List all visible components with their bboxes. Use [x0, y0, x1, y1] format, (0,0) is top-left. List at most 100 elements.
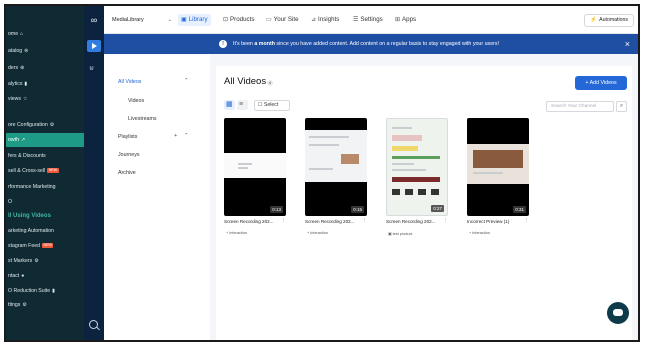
app-select-dropdown[interactable]: MediaLibrary ⌄ [112, 14, 172, 26]
subnav-journeys[interactable]: Journeys [118, 152, 140, 158]
main-content: All Videos 4 + Add Videos ☐ Select Searc… [210, 54, 638, 340]
automations-label: Automations [599, 17, 628, 23]
close-icon[interactable]: × [625, 34, 630, 54]
chevron-down-icon: ⌄ [167, 17, 172, 23]
search-icon[interactable]: ⌕ [616, 101, 627, 112]
sidebar-item-label: alytics [8, 81, 23, 87]
video-app-icon[interactable] [87, 40, 101, 52]
video-card[interactable]: 0:27 Screen Recording 202... ⋮ ▣test pro… [386, 118, 448, 238]
sidebar-item-rto-reduction-suite[interactable]: O Reduction Suite ▮ [6, 284, 84, 298]
sidebar-item-post-markers[interactable]: st Markers ⚙ [6, 254, 84, 268]
banner-message: It's been a month since you have added c… [233, 34, 499, 54]
video-thumbnail[interactable]: 0:15 [305, 118, 367, 216]
video-thumbnail[interactable]: 0:31 [467, 118, 529, 216]
new-badge: NEW [42, 243, 54, 249]
sidebar-item-orders[interactable]: ders ⊛ [6, 61, 84, 75]
sidebar-item-contact[interactable]: ntact ● [6, 269, 84, 283]
sidebar-item-settings[interactable]: ttings ⚙ [6, 298, 84, 312]
sidebar-item-label: O Reduction Suite [8, 288, 51, 294]
sidebar-item-analytics[interactable]: alytics ▮ [6, 77, 84, 91]
top-header: MediaLibrary ⌄ ▣ Library ⊡ Products ▭ Your … [104, 6, 638, 34]
video-thumbnail[interactable]: 0:13 [224, 118, 286, 216]
sidebar-item-performance-marketing[interactable]: rformance Marketing [6, 180, 84, 194]
sidebar-item-label: atalog [8, 48, 23, 54]
chevron-up-icon[interactable]: ⌃ [184, 78, 189, 84]
sidebar-item-marketing-automation[interactable]: arketing Automation [6, 224, 84, 238]
grid-view-icon[interactable] [224, 100, 235, 110]
tab-settings[interactable]: ☰ Settings [353, 14, 383, 26]
add-videos-button[interactable]: + Add Videos [575, 76, 627, 90]
sidebar-item-seo[interactable]: O [6, 195, 84, 209]
sidebar-item-instagram-feed[interactable]: stagram Feed NEW [6, 239, 84, 253]
tab-label: Library [188, 16, 208, 23]
store-sidebar: ome ⌂ atalog ⊜ ders ⊛ alytics ▮ views ☆ ore C… [6, 6, 84, 340]
sidebar-item-label: rformance Marketing [8, 184, 56, 190]
search-input[interactable]: Search Your Channel [546, 101, 614, 112]
more-options-icon[interactable]: ⋮ [281, 218, 287, 224]
thumbnail-screen [305, 130, 367, 182]
tag-label: Interaction [229, 231, 247, 235]
subnav-videos[interactable]: Videos [128, 98, 144, 104]
tab-apps[interactable]: ⊞ Apps [395, 14, 416, 26]
thumbnail-screen [467, 144, 529, 184]
settings-icon: ⚙ [49, 122, 55, 128]
tag-prefix-icon: + [307, 231, 310, 235]
subnav-livestreams[interactable]: Livestreams [128, 116, 157, 122]
video-card[interactable]: 0:15 Screen Recording 202... ⋮ +Interact… [305, 118, 367, 238]
info-banner: ! It's been a month since you have added… [104, 34, 638, 54]
product-tag: ▣test product [388, 231, 412, 236]
chat-widget-icon[interactable] [607, 302, 629, 324]
banner-emphasis: a month [254, 41, 275, 47]
select-button[interactable]: ☐ Select [254, 100, 290, 111]
subnav-archive[interactable]: Archive [118, 170, 136, 176]
sidebar-item-home[interactable]: ome ⌂ [6, 27, 84, 41]
tag-label: Interaction [472, 231, 490, 235]
infinity-logo-icon: ∞ [90, 15, 98, 25]
sidebar-item-label: st Markers [8, 258, 33, 264]
site-icon: ▭ [266, 17, 272, 23]
search-icon[interactable] [89, 320, 98, 329]
tab-label: Insights [318, 16, 340, 23]
app-rail: ∞ ⊍ [84, 6, 104, 340]
video-card[interactable]: 0:13 Screen Recording 202... ⋮ +Interact… [224, 118, 286, 238]
cart-icon[interactable]: ⊍ [89, 64, 94, 72]
sidebar-item-label: views [8, 96, 21, 102]
automations-button[interactable]: ⚡ Automations [584, 14, 634, 27]
duration-badge: 0:27 [431, 205, 444, 212]
library-subnav: All Videos ⌃ Videos Livestreams Playlist… [114, 66, 204, 340]
tab-label: Products [230, 16, 255, 23]
sidebar-item-label: ttings [8, 302, 21, 308]
subnav-all-videos[interactable]: All Videos [118, 79, 141, 85]
chevron-up-icon[interactable]: ⌃ [184, 133, 189, 139]
tab-products[interactable]: ⊡ Products [223, 14, 254, 26]
settings-icon: ⚙ [22, 302, 27, 308]
video-title: Incorrect Preview (1) [467, 219, 510, 224]
tab-label: Settings [360, 16, 383, 23]
tag-prefix-icon: + [226, 231, 229, 235]
page-title: All Videos [224, 76, 267, 87]
tab-your-site[interactable]: ▭ Your Site [266, 14, 299, 26]
sidebar-item-label: ll Using Videos [8, 213, 51, 219]
sidebar-item-offers-discounts[interactable]: fers & Discounts [6, 149, 84, 163]
more-options-icon[interactable]: ⋮ [443, 218, 449, 224]
sidebar-item-catalog[interactable]: atalog ⊜ [6, 44, 84, 58]
sidebar-item-reviews[interactable]: views ☆ [6, 92, 84, 106]
subnav-playlists[interactable]: Playlists [118, 134, 137, 140]
tab-label: Apps [402, 16, 417, 23]
more-options-icon[interactable]: ⋮ [362, 218, 368, 224]
app-select-value: MediaLibrary [112, 17, 144, 23]
tab-library[interactable]: ▣ Library [178, 14, 211, 26]
sidebar-item-growth[interactable]: owth ↗ [6, 133, 84, 147]
plus-icon[interactable]: + [174, 133, 177, 139]
sidebar-item-sell-using-videos[interactable]: ll Using Videos [6, 209, 84, 223]
banner-text: since you have added content. Add conten… [274, 41, 500, 47]
video-thumbnail[interactable]: 0:27 [386, 118, 448, 216]
sidebar-item-store-configuration[interactable]: ore Configuration ⚙ [6, 118, 84, 132]
sidebar-item-label: O [8, 199, 13, 205]
sidebar-item-upsell-cross-sell[interactable]: sell & Cross-sell NEW [6, 164, 84, 178]
video-card[interactable]: 0:31 Incorrect Preview (1) ⋮ +Interactio… [467, 118, 529, 238]
more-options-icon[interactable]: ⋮ [524, 218, 530, 224]
tab-insights[interactable]: ⊿ Insights [311, 14, 339, 26]
tab-label: Your Site [273, 16, 299, 23]
list-view-icon[interactable] [237, 100, 248, 110]
